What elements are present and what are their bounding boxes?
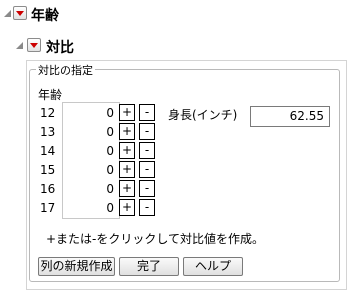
level-value: 0: [106, 182, 114, 196]
level-value: 0: [106, 163, 114, 177]
level-label: 16: [40, 182, 56, 196]
done-button[interactable]: 完了: [119, 257, 179, 276]
plus-button[interactable]: +: [119, 199, 135, 216]
level-value: 0: [106, 144, 114, 158]
minus-button[interactable]: -: [139, 161, 155, 178]
level-value: 0: [106, 125, 114, 139]
level-value: 0: [106, 106, 114, 120]
inner-header-title: 対比: [46, 40, 74, 56]
level-label: 14: [40, 144, 56, 158]
new-column-button[interactable]: 列の新規作成: [38, 257, 115, 276]
red-triangle-icon: [16, 11, 24, 16]
level-value: 0: [106, 201, 114, 215]
red-triangle-menu-icon[interactable]: [27, 38, 41, 52]
factor-label: 年齢: [38, 88, 63, 102]
minus-button[interactable]: -: [139, 104, 155, 121]
outline-collapse-icon[interactable]: [4, 10, 11, 17]
red-triangle-icon: [30, 43, 38, 48]
plus-button[interactable]: +: [119, 180, 135, 197]
plus-button[interactable]: +: [119, 123, 135, 140]
response-label: 身長(インチ): [168, 108, 238, 122]
minus-button[interactable]: -: [139, 180, 155, 197]
minus-button[interactable]: -: [139, 142, 155, 159]
plus-button[interactable]: +: [119, 142, 135, 159]
level-label: 13: [40, 125, 56, 139]
minus-button[interactable]: -: [139, 199, 155, 216]
groupbox-legend: 対比の指定: [36, 62, 95, 78]
outline-collapse-icon[interactable]: [16, 42, 23, 49]
help-button[interactable]: ヘルプ: [183, 257, 243, 276]
plus-button[interactable]: +: [119, 161, 135, 178]
outer-header-title: 年齢: [31, 8, 59, 24]
plus-button[interactable]: +: [119, 104, 135, 121]
level-label: 15: [40, 163, 56, 177]
red-triangle-menu-icon[interactable]: [13, 6, 27, 20]
minus-button[interactable]: -: [139, 123, 155, 140]
level-label: 12: [40, 106, 56, 120]
response-value-field[interactable]: 62.55: [250, 106, 330, 127]
level-label: 17: [40, 201, 56, 215]
hint-text: +または-をクリックして対比値を作成。: [46, 232, 265, 246]
